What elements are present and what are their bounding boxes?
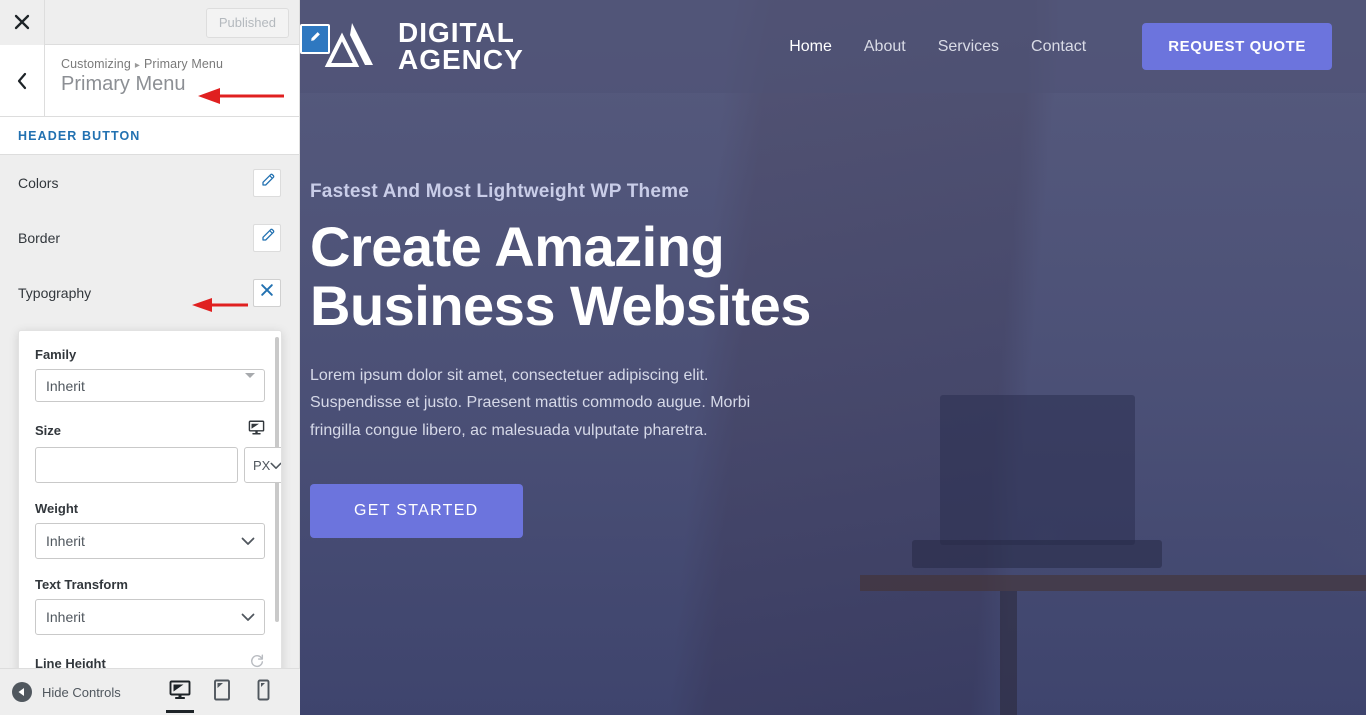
back-button[interactable] bbox=[0, 45, 45, 116]
nav-item-services[interactable]: Services bbox=[938, 38, 999, 56]
size-unit-select[interactable]: PX bbox=[244, 447, 281, 483]
close-customizer-button[interactable] bbox=[0, 0, 45, 45]
weight-select-value: Inherit bbox=[46, 533, 85, 549]
close-typography-button[interactable] bbox=[253, 278, 281, 307]
photo-table bbox=[860, 575, 1366, 591]
customizer-topbar: Published bbox=[0, 0, 299, 45]
pencil-icon bbox=[260, 228, 275, 248]
chevron-down-icon bbox=[241, 609, 255, 625]
size-unit-value: PX bbox=[253, 457, 271, 473]
site-preview-frame: DIGITAL AGENCY Home About Services Conta… bbox=[300, 0, 1366, 715]
hide-controls-label: Hide Controls bbox=[42, 684, 121, 700]
primary-menu: Home About Services Contact REQUEST QUOT… bbox=[789, 23, 1332, 70]
section-heading-header-button: HEADER BUTTON bbox=[0, 117, 299, 155]
publish-button[interactable]: Published bbox=[205, 8, 289, 38]
typography-popup: Family Inherit Size PX Weight Inherit Te… bbox=[18, 330, 282, 681]
device-preview-switcher bbox=[159, 669, 285, 715]
close-icon bbox=[260, 283, 274, 302]
photo-table-leg bbox=[1000, 591, 1017, 715]
field-family: Family Inherit bbox=[35, 347, 265, 402]
label-text-transform: Text Transform bbox=[35, 577, 128, 592]
breadcrumb-current: Primary Menu bbox=[144, 57, 223, 71]
nav-item-contact[interactable]: Contact bbox=[1031, 38, 1086, 56]
field-text-transform: Text Transform Inherit bbox=[35, 577, 265, 635]
collapse-arrow-icon bbox=[12, 682, 32, 702]
hero-section: Fastest And Most Lightweight WP Theme Cr… bbox=[300, 93, 820, 539]
hero-title-line-2: Business Websites bbox=[310, 274, 811, 338]
label-weight: Weight bbox=[35, 501, 79, 516]
logo-line-2: AGENCY bbox=[398, 43, 524, 75]
edit-shortcut-button[interactable] bbox=[300, 24, 330, 54]
pencil-icon bbox=[260, 173, 275, 193]
customizer-panel-header: Customizing ▸ Primary Menu Primary Menu bbox=[0, 45, 299, 117]
desktop-icon[interactable] bbox=[248, 420, 265, 440]
family-select-value: Inherit bbox=[46, 377, 85, 394]
photo-laptop-base bbox=[912, 540, 1162, 568]
panel-titles: Customizing ▸ Primary Menu Primary Menu bbox=[45, 45, 223, 116]
text-transform-select-value: Inherit bbox=[46, 609, 85, 625]
page-title: Primary Menu bbox=[61, 73, 186, 95]
field-weight: Weight Inherit bbox=[35, 501, 265, 559]
photo-laptop bbox=[940, 395, 1135, 545]
desktop-icon bbox=[169, 680, 191, 705]
weight-select[interactable]: Inherit bbox=[35, 523, 265, 559]
label-size: Size bbox=[35, 422, 62, 438]
field-size: Size PX bbox=[35, 420, 281, 483]
hero-title-line-1: Create Amazing bbox=[310, 215, 725, 278]
device-mobile-button[interactable] bbox=[243, 669, 285, 715]
logo-line-1: DIGITAL bbox=[398, 16, 515, 48]
caret-down-icon bbox=[245, 372, 255, 394]
size-input[interactable] bbox=[35, 447, 238, 483]
hero-description: Lorem ipsum dolor sit amet, consectetuer… bbox=[310, 366, 751, 439]
customizer-footer: Hide Controls bbox=[0, 668, 300, 715]
hero-title: Create Amazing Business Websites bbox=[310, 217, 820, 336]
close-icon bbox=[14, 14, 30, 30]
tablet-icon bbox=[213, 679, 231, 706]
family-select[interactable]: Inherit bbox=[35, 369, 265, 402]
mountain-logo-icon bbox=[324, 21, 384, 72]
label-family: Family bbox=[35, 347, 77, 362]
edit-colors-button[interactable] bbox=[253, 168, 281, 197]
nav-item-home[interactable]: Home bbox=[789, 38, 832, 56]
breadcrumb: Customizing ▸ Primary Menu bbox=[61, 57, 223, 71]
breadcrumb-separator: ▸ bbox=[134, 60, 140, 71]
hide-controls-button[interactable]: Hide Controls bbox=[0, 682, 121, 702]
control-label-typography: Typography bbox=[18, 284, 92, 301]
site-logo[interactable]: DIGITAL AGENCY bbox=[324, 16, 524, 75]
chevron-down-icon bbox=[241, 533, 255, 549]
edit-border-button[interactable] bbox=[253, 223, 281, 252]
breadcrumb-root[interactable]: Customizing bbox=[61, 57, 131, 71]
control-label-border: Border bbox=[18, 229, 61, 246]
get-started-button[interactable]: GET STARTED bbox=[310, 484, 523, 539]
hero-eyebrow: Fastest And Most Lightweight WP Theme bbox=[310, 181, 689, 202]
customizer-sidebar: Published Customizing ▸ Primary Menu Prima… bbox=[0, 0, 300, 715]
site-logo-text: DIGITAL AGENCY bbox=[398, 16, 524, 75]
customizer-screen: DIGITAL AGENCY Home About Services Conta… bbox=[0, 0, 1366, 715]
site-header: DIGITAL AGENCY Home About Services Conta… bbox=[300, 0, 1366, 93]
control-row-colors[interactable]: Colors bbox=[0, 155, 299, 210]
request-quote-button[interactable]: REQUEST QUOTE bbox=[1142, 23, 1332, 70]
chevron-down-icon bbox=[270, 458, 281, 473]
mobile-icon bbox=[257, 679, 270, 706]
device-tablet-button[interactable] bbox=[201, 669, 243, 715]
pencil-icon bbox=[309, 30, 321, 48]
text-transform-select[interactable]: Inherit bbox=[35, 599, 265, 635]
control-row-border[interactable]: Border bbox=[0, 210, 299, 265]
control-label-colors: Colors bbox=[18, 174, 59, 191]
control-row-typography[interactable]: Typography bbox=[0, 265, 299, 320]
device-desktop-button[interactable] bbox=[159, 669, 201, 715]
nav-item-about[interactable]: About bbox=[864, 38, 906, 56]
chevron-left-icon bbox=[15, 72, 29, 90]
